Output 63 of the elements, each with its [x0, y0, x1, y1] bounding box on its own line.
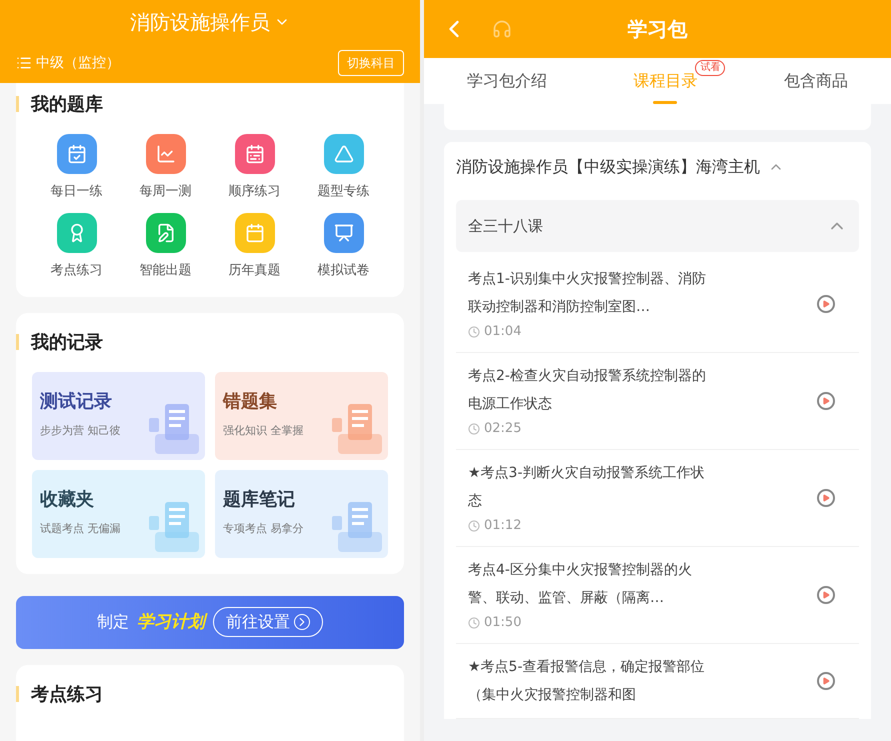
section-title: 我的记录: [31, 330, 103, 355]
tile-title: 题库笔记: [223, 488, 296, 512]
lesson-duration: 01:50: [484, 614, 522, 632]
pen-file-icon[interactable]: [146, 213, 186, 254]
go-settings-button[interactable]: 前往设置: [213, 607, 323, 638]
chevron-right-icon: [294, 614, 310, 630]
play-icon[interactable]: [817, 392, 835, 410]
lesson-duration: 02:25: [484, 420, 522, 438]
tab[interactable]: 包含商品: [784, 58, 848, 104]
lesson-title[interactable]: 考点2-检查火灾自动报警系统控制器的电源工作状态: [468, 362, 706, 418]
tile-subtitle: 强化知识 全掌握: [223, 422, 304, 439]
tile-subtitle: 步步为营 知己彼: [40, 422, 122, 439]
tile-title: 收藏夹: [40, 488, 95, 512]
presentation-board-icon[interactable]: [324, 213, 364, 254]
clock-icon: [468, 423, 480, 435]
lesson-title[interactable]: ★考点3-判断火灾自动报警系统工作状态: [468, 459, 706, 515]
app-title: 消防设施操作员: [130, 9, 270, 36]
lesson-duration: 01:04: [484, 323, 522, 342]
record-tile[interactable]: 收藏夹 试题考点 无偏漏: [32, 470, 205, 558]
line-chart-icon[interactable]: [146, 134, 186, 174]
calendar-icon[interactable]: [234, 213, 274, 254]
tool-label[interactable]: 考点练习: [50, 261, 102, 281]
banner-prefix: 制定: [97, 611, 129, 634]
play-icon[interactable]: [817, 586, 835, 604]
tool-label[interactable]: 模拟试卷: [318, 261, 370, 281]
page-title: 学习包: [628, 16, 688, 43]
study-plan-banner[interactable]: 制定 学习计划 前往设置: [16, 596, 404, 649]
lesson-title[interactable]: 考点4-区分集中火灾报警控制器的火警、联动、监管、屏蔽（隔离…: [468, 556, 706, 612]
tool-label[interactable]: 顺序练习: [228, 182, 280, 202]
trial-badge: 试看: [695, 60, 726, 76]
section-title: 我的题库: [31, 92, 103, 117]
clock-icon: [468, 326, 480, 338]
section-header[interactable]: 全三十八课: [456, 200, 859, 252]
section-label: 全三十八课: [468, 216, 543, 237]
calendar-icon[interactable]: [234, 134, 274, 174]
headphones-icon[interactable]: [492, 19, 512, 39]
lesson-title[interactable]: 考点1-识别集中火灾报警控制器、消防联动控制器和消防控制室图…: [468, 265, 706, 321]
menu-icon[interactable]: [16, 55, 32, 72]
record-tile[interactable]: 题库笔记 专项考点 易拿分: [215, 470, 388, 558]
award-icon[interactable]: [56, 213, 96, 254]
play-icon[interactable]: [817, 672, 835, 690]
course-title[interactable]: 消防设施操作员【中级实操演练】海湾主机: [456, 155, 760, 179]
tile-subtitle: 试题考点 无偏漏: [40, 520, 122, 537]
tool-label[interactable]: 每周一测: [140, 182, 192, 202]
section-title: 考点练习: [31, 682, 103, 707]
clock-icon: [468, 617, 480, 629]
record-tile[interactable]: 错题集 强化知识 全掌握: [215, 372, 388, 460]
tile-subtitle: 专项考点 易拿分: [223, 520, 304, 537]
tool-label[interactable]: 每日一练: [50, 182, 102, 202]
lesson-duration: 01:12: [484, 517, 522, 536]
tile-title: 错题集: [223, 390, 278, 414]
play-icon[interactable]: [817, 295, 835, 313]
clock-icon: [468, 520, 480, 532]
tool-label[interactable]: 题型专练: [318, 182, 370, 202]
record-tile[interactable]: 测试记录 步步为营 知己彼: [32, 372, 205, 460]
triangle-icon[interactable]: [324, 134, 364, 174]
tile-title: 测试记录: [40, 390, 113, 414]
tool-label[interactable]: 历年真题: [228, 261, 280, 281]
play-icon[interactable]: [817, 489, 835, 507]
tab[interactable]: 学习包介绍: [467, 58, 548, 104]
tool-label[interactable]: 智能出题: [140, 261, 192, 281]
calendar-check-icon[interactable]: [56, 134, 96, 174]
lesson-title[interactable]: ★考点5-查看报警信息，确定报警部位（集中火灾报警控制器和图: [468, 653, 706, 709]
